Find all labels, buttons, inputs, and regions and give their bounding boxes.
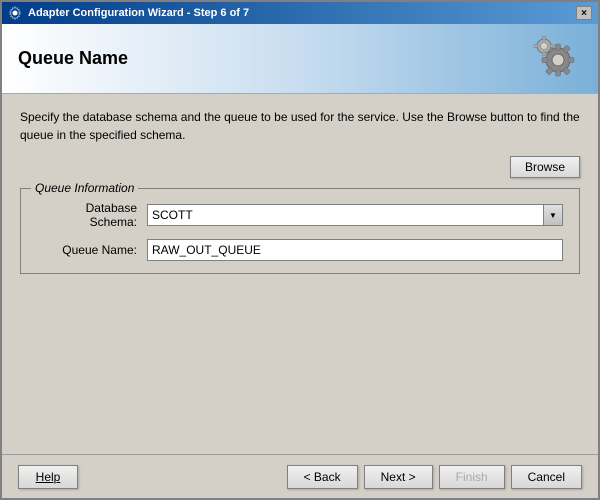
title-gear-icon: [8, 6, 22, 20]
next-button[interactable]: Next >: [364, 465, 433, 489]
database-schema-row: Database Schema: SCOTT ▼: [37, 201, 563, 229]
footer: Help < Back Next > Finish Cancel: [2, 454, 598, 498]
close-button[interactable]: ×: [576, 6, 592, 20]
content-area: Specify the database schema and the queu…: [2, 94, 598, 454]
queue-name-label: Queue Name:: [37, 243, 147, 257]
queue-information-group: Queue Information Database Schema: SCOTT…: [20, 188, 580, 274]
title-bar: Adapter Configuration Wizard - Step 6 of…: [2, 2, 598, 24]
database-schema-select[interactable]: SCOTT: [147, 204, 563, 226]
header-gear-icon: [528, 32, 588, 87]
description-text: Specify the database schema and the queu…: [20, 108, 580, 144]
footer-right-buttons: < Back Next > Finish Cancel: [287, 465, 582, 489]
wizard-window: Adapter Configuration Wizard - Step 6 of…: [0, 0, 600, 500]
group-box-legend: Queue Information: [31, 181, 138, 195]
queue-name-input[interactable]: [147, 239, 563, 261]
header-area: Queue Name: [2, 24, 598, 94]
footer-left-buttons: Help: [18, 465, 78, 489]
back-button[interactable]: < Back: [287, 465, 358, 489]
finish-button[interactable]: Finish: [439, 465, 505, 489]
cancel-button[interactable]: Cancel: [511, 465, 582, 489]
database-schema-label: Database Schema:: [37, 201, 147, 229]
title-bar-left: Adapter Configuration Wizard - Step 6 of…: [8, 6, 249, 20]
queue-name-row: Queue Name:: [37, 239, 563, 261]
browse-row: Browse: [20, 156, 580, 178]
page-title: Queue Name: [18, 48, 128, 69]
title-bar-text: Adapter Configuration Wizard - Step 6 of…: [28, 7, 249, 19]
database-schema-wrapper: SCOTT ▼: [147, 204, 563, 226]
browse-button[interactable]: Browse: [510, 156, 580, 178]
help-button[interactable]: Help: [18, 465, 78, 489]
